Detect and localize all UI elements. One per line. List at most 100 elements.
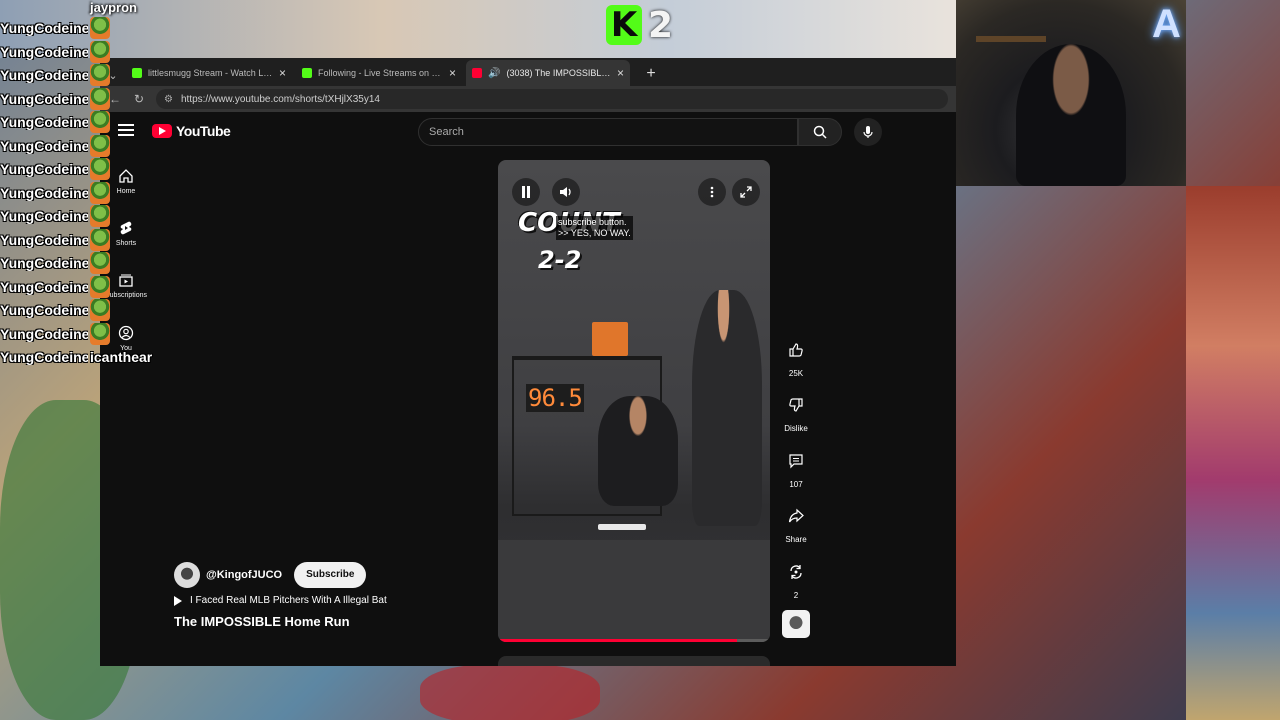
remix-icon <box>790 565 802 579</box>
audio-playing-icon[interactable]: 🔊 <box>488 68 500 79</box>
chat-emote-icon <box>90 299 110 321</box>
channel-avatar[interactable] <box>174 562 200 588</box>
chat-username: YungCodeine <box>0 43 88 60</box>
comments-action[interactable]: 107 <box>782 447 810 489</box>
tab-title: (3038) The IMPOSSIBLE Home <box>506 68 611 78</box>
guide-label: Home <box>116 188 136 195</box>
home-icon <box>119 169 133 183</box>
short-title: The IMPOSSIBLE Home Run <box>174 614 350 629</box>
site-info-icon[interactable]: ⚙ <box>164 94 173 105</box>
hamburger-menu-icon[interactable] <box>118 124 134 136</box>
chat-emote-icon <box>90 181 110 204</box>
share-action[interactable]: Share <box>782 502 810 544</box>
chat-message: YungCodeine <box>0 110 110 134</box>
address-bar[interactable]: ⚙ https://www.youtube.com/shorts/tXHjlX3… <box>156 89 948 109</box>
guide-label: Shorts <box>115 240 137 247</box>
like-button[interactable] <box>782 336 810 364</box>
share-icon <box>788 508 804 523</box>
chat-message: YungCodeine <box>0 40 110 64</box>
search-input[interactable]: Search <box>418 118 798 146</box>
remix-count: 2 <box>793 591 799 600</box>
related-video-title: I Faced Real MLB Pitchers With A Illegal… <box>190 595 387 606</box>
chat-username: YungCodeine <box>0 114 88 130</box>
subscribe-button[interactable]: Subscribe <box>294 562 367 588</box>
chat-message: YungCodeine <box>0 251 110 275</box>
back-arrow-icon[interactable]: ← <box>108 92 122 106</box>
tab-title: Following - Live Streams on Kick <box>318 68 443 78</box>
close-tab-icon[interactable]: × <box>449 66 456 80</box>
chat-username: YungCodeine <box>0 255 88 271</box>
video-progress-bar[interactable] <box>498 639 770 642</box>
chat-message: YungCodeine <box>0 275 110 299</box>
background-art-bottom <box>420 664 600 720</box>
channel-row: @KingofJUCO Subscribe <box>174 562 367 588</box>
volume-button[interactable] <box>552 178 580 206</box>
chat-message: YungCodeine <box>0 157 110 181</box>
voice-search-button[interactable] <box>854 118 882 146</box>
chat-username: YungCodeine <box>0 184 88 201</box>
radar-speed-display: 96.5 <box>526 384 584 412</box>
chat-emote-icon <box>90 275 110 298</box>
video-caption: subscribe button. >> YES, NO WAY. <box>556 216 633 240</box>
video-overlay-score: 2-2 <box>538 246 582 274</box>
tab-kick-following[interactable]: Following - Live Streams on Kick × <box>296 60 462 86</box>
webcam-shelf <box>976 36 1046 42</box>
expand-icon <box>740 186 752 198</box>
more-vertical-icon <box>710 186 714 198</box>
next-short-preview[interactable] <box>498 656 770 666</box>
pause-button[interactable] <box>512 178 540 206</box>
kick-icon <box>302 68 312 78</box>
new-tab-button[interactable]: + <box>640 62 662 86</box>
chat-emote-icon <box>90 228 110 251</box>
overlay-top-strip: K 2 <box>0 0 956 58</box>
search-button[interactable] <box>798 118 842 146</box>
chat-username: YungCodeine <box>0 349 88 365</box>
reload-icon[interactable]: ↻ <box>132 92 146 106</box>
chat-emote-icon <box>90 87 110 110</box>
share-label: Share <box>785 535 807 544</box>
chat-username: YungCodeine <box>0 137 88 154</box>
channel-handle[interactable]: @KingofJUCO <box>206 569 282 581</box>
dislike-button[interactable] <box>782 391 810 419</box>
close-tab-icon[interactable]: × <box>279 66 286 80</box>
chat-message: YungCodeine <box>0 322 110 346</box>
chat-username: jaypron <box>90 0 137 15</box>
youtube-play-logo-icon <box>152 124 172 138</box>
remix-action[interactable]: 2 <box>782 558 810 600</box>
related-video-link[interactable]: I Faced Real MLB Pitchers With A Illegal… <box>174 595 387 606</box>
more-options-button[interactable] <box>698 178 726 206</box>
like-action[interactable]: 25K <box>782 336 810 378</box>
kick-badge-count: 2 <box>648 4 674 46</box>
tab-title: littlesmugg Stream - Watch Live o <box>148 68 273 78</box>
shorts-video-player[interactable]: COUNT subscribe button. >> YES, NO WAY. … <box>498 160 770 642</box>
chat-message: YungCodeine <box>0 228 110 252</box>
comment-icon <box>789 454 803 469</box>
kick-icon <box>132 68 142 78</box>
comments-button[interactable] <box>782 447 810 475</box>
comment-count: 107 <box>789 480 803 489</box>
tab-youtube-short[interactable]: 🔊 (3038) The IMPOSSIBLE Home × <box>466 60 630 86</box>
chat-emote-icon <box>90 205 110 227</box>
kick-sub-badge: K 2 <box>606 3 686 47</box>
chat-emote-icon <box>90 158 110 180</box>
chat-emote-icon <box>90 252 110 274</box>
chat-message: YungCodeine <box>0 16 110 40</box>
fullscreen-button[interactable] <box>732 178 760 206</box>
chat-message: YungCodeine <box>0 298 110 322</box>
guide-label: Subscriptions <box>104 292 148 299</box>
video-target-board <box>592 322 628 356</box>
tab-kick-stream[interactable]: littlesmugg Stream - Watch Live o × <box>126 60 292 86</box>
youtube-logo[interactable]: YouTube <box>152 123 231 139</box>
chat-username: YungCodeine <box>0 231 88 248</box>
background-art-right <box>1186 186 1280 720</box>
chat-username: YungCodeine <box>0 20 88 36</box>
dislike-action[interactable]: Dislike <box>782 391 810 433</box>
subscriptions-icon <box>119 274 133 287</box>
share-button[interactable] <box>782 502 810 530</box>
sound-thumbnail[interactable] <box>782 610 810 638</box>
caption-line: subscribe button. <box>558 217 627 227</box>
pause-icon <box>522 186 530 198</box>
youtube-icon <box>472 68 482 78</box>
close-tab-icon[interactable]: × <box>617 66 624 80</box>
remix-button[interactable] <box>782 558 810 586</box>
